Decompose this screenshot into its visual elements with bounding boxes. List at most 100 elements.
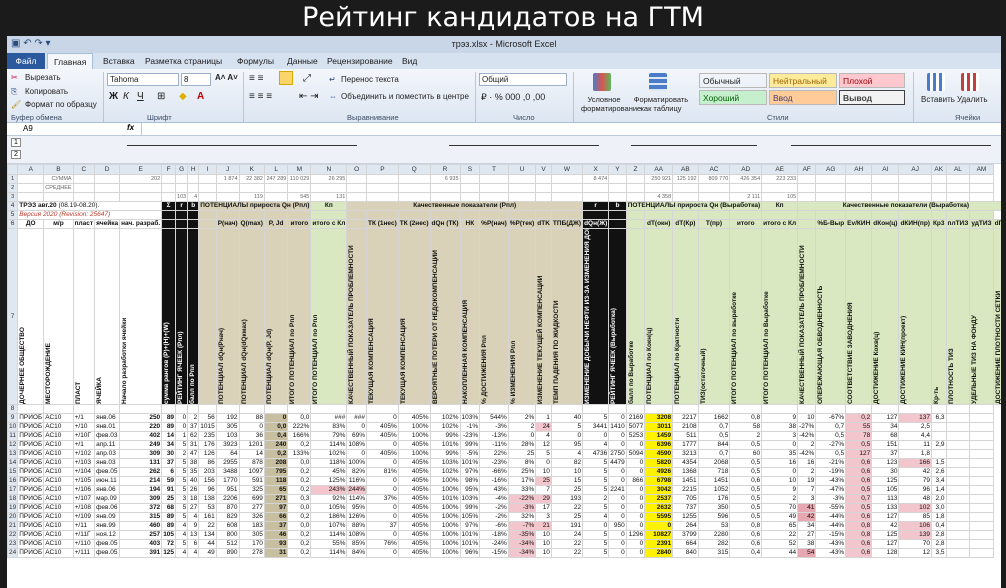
cell[interactable]: 105 bbox=[161, 530, 177, 540]
cell[interactable]: 0,5 bbox=[729, 458, 763, 468]
cell[interactable] bbox=[930, 404, 947, 414]
cell[interactable] bbox=[945, 210, 971, 220]
cell[interactable] bbox=[161, 192, 177, 202]
cell[interactable]: 0,5 bbox=[697, 431, 731, 441]
cell[interactable]: янв.06 bbox=[94, 413, 121, 423]
cell[interactable]: 54 bbox=[797, 548, 817, 558]
vertical-header-cell[interactable]: ИТОГО ПОТЕНЦИАЛ по Рпл bbox=[310, 228, 348, 405]
cell[interactable]: 809 770 bbox=[697, 174, 731, 184]
cell[interactable]: -2% bbox=[479, 503, 509, 513]
cell[interactable]: 103 bbox=[175, 192, 189, 202]
cell[interactable]: фев.05 bbox=[94, 548, 121, 558]
cell[interactable]: 0,6 bbox=[729, 539, 763, 549]
cell[interactable] bbox=[459, 404, 481, 414]
cell[interactable]: 101% bbox=[459, 539, 481, 549]
cell[interactable]: 102% bbox=[310, 449, 348, 459]
cell[interactable] bbox=[346, 174, 367, 184]
cell[interactable]: 844 bbox=[697, 440, 731, 450]
cell[interactable]: 97% bbox=[459, 521, 481, 531]
cell[interactable]: 22 bbox=[198, 521, 217, 531]
cell[interactable]: 28% bbox=[507, 440, 537, 450]
cell[interactable]: 405% bbox=[397, 476, 431, 486]
subheader-cell[interactable] bbox=[608, 219, 627, 229]
cell[interactable]: 0,3 bbox=[287, 494, 312, 504]
cell[interactable]: 68 bbox=[871, 431, 900, 441]
cell[interactable]: 0,6 bbox=[845, 539, 873, 549]
cell[interactable]: 0,6 bbox=[845, 476, 873, 486]
cell[interactable]: 7 bbox=[797, 485, 817, 495]
cell[interactable]: 4,4 bbox=[898, 431, 932, 441]
cell[interactable]: 0,5 bbox=[845, 503, 873, 513]
cell[interactable] bbox=[729, 404, 763, 414]
vertical-header-cell[interactable]: Кр-ть bbox=[930, 228, 947, 405]
cell[interactable]: 2 111 bbox=[729, 192, 763, 202]
cell[interactable]: 1296 bbox=[625, 530, 646, 540]
column-header[interactable]: Y bbox=[608, 164, 627, 175]
number-format-box[interactable]: Общий bbox=[479, 73, 567, 86]
cell[interactable]: 7 bbox=[535, 485, 552, 495]
cell[interactable]: 100% bbox=[429, 530, 461, 540]
cell[interactable]: 1097 bbox=[238, 467, 265, 477]
cell[interactable]: 402 bbox=[119, 431, 163, 441]
column-header[interactable]: AL bbox=[945, 164, 971, 175]
column-header[interactable]: AB bbox=[672, 164, 699, 175]
cell[interactable]: 8% bbox=[507, 458, 537, 468]
cell[interactable]: +/102 bbox=[72, 449, 96, 459]
cell[interactable]: 315 bbox=[119, 512, 163, 522]
cell[interactable]: 37 bbox=[263, 521, 289, 531]
row-header[interactable]: 18 bbox=[7, 494, 19, 504]
cell[interactable]: 10 bbox=[535, 467, 552, 477]
cell[interactable]: 17 bbox=[535, 503, 552, 513]
cell[interactable]: 46 bbox=[263, 530, 289, 540]
tab-formulas[interactable]: Формулы bbox=[237, 56, 274, 66]
cell[interactable]: 18 bbox=[187, 494, 200, 504]
cell[interactable]: 58 bbox=[729, 422, 763, 432]
subheader-cell[interactable]: плТИЗ bbox=[945, 219, 971, 229]
cell[interactable]: 405% bbox=[397, 494, 431, 504]
align-middle-icon[interactable] bbox=[279, 71, 293, 85]
cell[interactable] bbox=[969, 413, 994, 423]
format-table-icon[interactable] bbox=[649, 73, 667, 91]
cell[interactable]: 4 bbox=[187, 512, 200, 522]
currency-icon[interactable]: ₽ · % 000 ,0 ,00 bbox=[481, 92, 545, 103]
cell[interactable] bbox=[969, 485, 994, 495]
column-header[interactable]: AE bbox=[761, 164, 799, 175]
cell[interactable]: 405% bbox=[397, 413, 431, 423]
cell[interactable]: 102% bbox=[429, 413, 461, 423]
cell[interactable] bbox=[459, 210, 481, 220]
cell[interactable] bbox=[397, 210, 431, 220]
cell[interactable]: 60 bbox=[729, 449, 763, 459]
align-top-icon[interactable]: ≡ ≡ bbox=[249, 73, 263, 84]
cell[interactable]: 133 bbox=[871, 503, 900, 513]
cell[interactable]: 0 bbox=[507, 431, 537, 441]
cell[interactable]: АС10 bbox=[43, 422, 74, 432]
cell[interactable]: 2 bbox=[7, 183, 19, 193]
cell[interactable] bbox=[945, 530, 971, 540]
cell[interactable]: 0,2 bbox=[287, 440, 312, 450]
cell[interactable] bbox=[287, 210, 312, 220]
cell[interactable]: 10827 bbox=[644, 530, 674, 540]
style-output[interactable]: Вывод bbox=[839, 90, 905, 105]
cell[interactable]: 5 bbox=[582, 503, 610, 513]
cell[interactable]: 22 bbox=[550, 539, 584, 549]
cell[interactable]: 0 bbox=[625, 548, 646, 558]
cell[interactable]: 3213 bbox=[672, 449, 699, 459]
cell[interactable] bbox=[729, 210, 763, 220]
cell[interactable] bbox=[815, 174, 847, 184]
cell[interactable]: 22 bbox=[761, 530, 799, 540]
column-header[interactable]: E bbox=[119, 164, 163, 175]
cell[interactable]: 5 bbox=[582, 458, 610, 468]
cell[interactable]: 0,5 bbox=[729, 440, 763, 450]
cell[interactable]: 101% bbox=[459, 458, 481, 468]
cell[interactable]: -23% bbox=[479, 458, 509, 468]
cell[interactable]: -43% bbox=[815, 548, 847, 558]
cell[interactable]: 0 bbox=[608, 476, 627, 486]
wrap-text-button[interactable]: Перенос текста bbox=[341, 75, 399, 84]
cell[interactable] bbox=[397, 183, 431, 193]
cell[interactable]: 30 bbox=[161, 449, 177, 459]
cell[interactable] bbox=[969, 539, 994, 549]
cell[interactable]: 32% bbox=[507, 512, 537, 522]
cell[interactable]: 49 bbox=[761, 512, 799, 522]
cell[interactable]: ### bbox=[310, 413, 348, 423]
cell[interactable]: 325 bbox=[238, 485, 265, 495]
